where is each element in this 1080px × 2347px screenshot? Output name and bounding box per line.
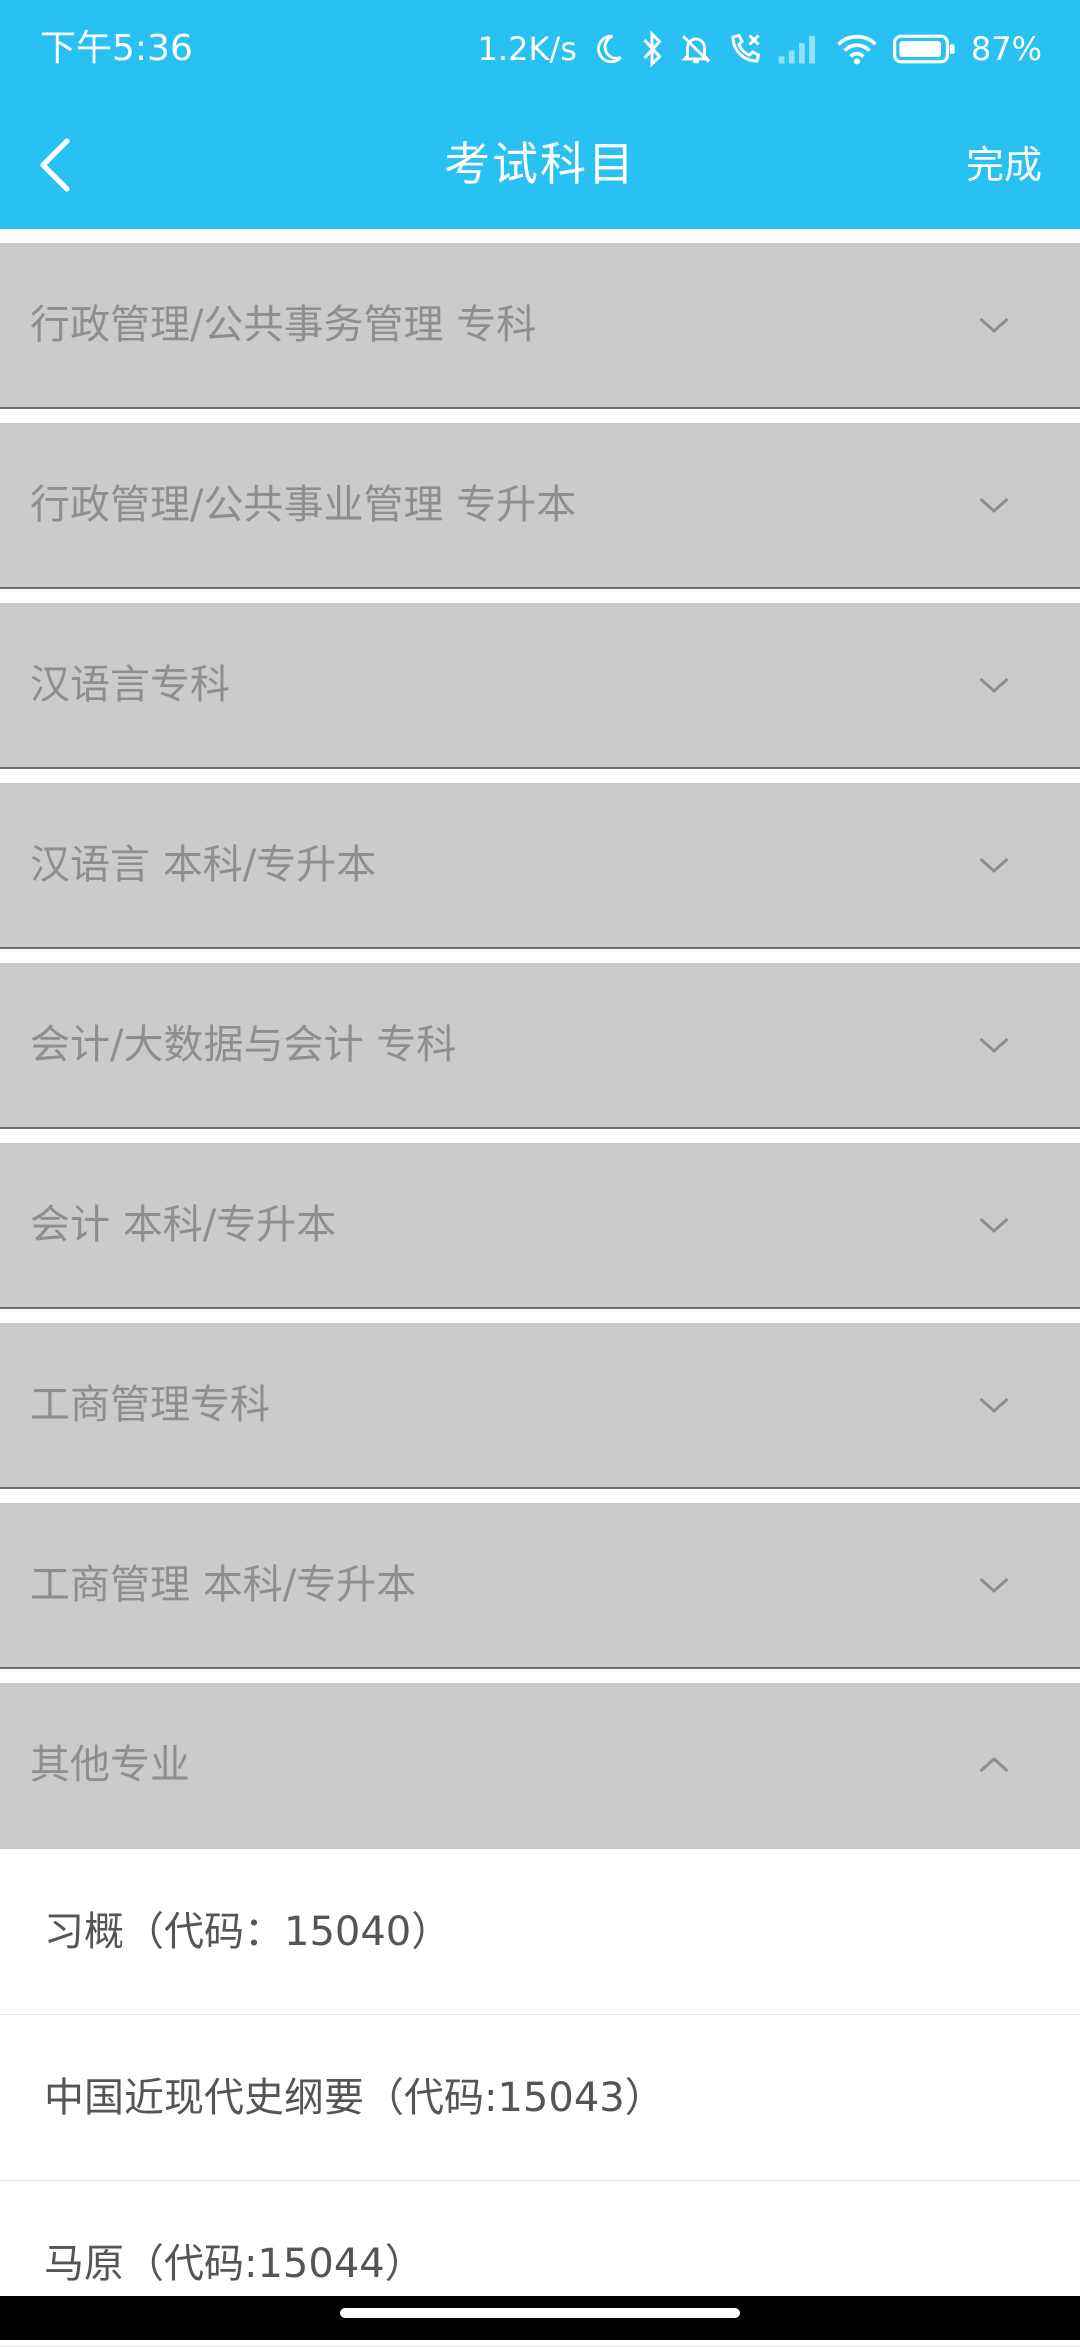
group-header[interactable]: 工商管理 本科/专升本 (0, 1503, 1080, 1669)
signal-icon (777, 29, 821, 69)
group-label: 会计 本科/专升本 (30, 1143, 336, 1307)
group-label: 会计/大数据与会计 专科 (30, 963, 456, 1127)
chevron-up-icon (976, 1747, 1012, 1783)
done-button[interactable]: 完成 (966, 140, 1042, 190)
wifi-icon (835, 29, 879, 69)
group-header[interactable]: 会计 本科/专升本 (0, 1143, 1080, 1309)
chevron-down-icon (976, 487, 1012, 523)
group-header[interactable]: 工商管理专科 (0, 1323, 1080, 1489)
status-bar: 下午5:36 1.2K/s 87% (0, 0, 1080, 100)
group-header[interactable]: 行政管理/公共事业管理 专升本 (0, 423, 1080, 589)
chevron-down-icon (976, 1567, 1012, 1603)
battery-icon (893, 29, 957, 69)
home-indicator[interactable] (340, 2308, 740, 2318)
chevron-down-icon (976, 847, 1012, 883)
page-title: 考试科目 (0, 134, 1080, 194)
status-icons: 1.2K/s 87% (478, 24, 1042, 74)
subject-label: 中国近现代史纲要（代码:15043） (44, 2015, 665, 2181)
call-off-icon (727, 29, 763, 69)
moon-icon (591, 29, 625, 69)
group-label: 汉语言 本科/专升本 (30, 783, 376, 947)
group-header[interactable]: 会计/大数据与会计 专科 (0, 963, 1080, 1129)
network-speed: 1.2K/s (478, 30, 577, 68)
app-header: 下午5:36 1.2K/s 87% (0, 0, 1080, 229)
subject-item[interactable]: 习概（代码：15040） (0, 1849, 1080, 2015)
chevron-down-icon (976, 1027, 1012, 1063)
chevron-down-icon (976, 667, 1012, 703)
subject-item[interactable]: 中国近现代史纲要（代码:15043） (0, 2015, 1080, 2181)
chevron-down-icon (976, 1207, 1012, 1243)
group-label: 工商管理专科 (30, 1323, 270, 1487)
group-header[interactable]: 汉语言 本科/专升本 (0, 783, 1080, 949)
mute-bell-icon (679, 29, 713, 69)
group-header[interactable]: 行政管理/公共事务管理 专科 (0, 243, 1080, 409)
group-header[interactable]: 汉语言专科 (0, 603, 1080, 769)
group-header-expanded[interactable]: 其他专业 (0, 1683, 1080, 1849)
group-label: 汉语言专科 (30, 603, 230, 767)
group-label: 行政管理/公共事业管理 专升本 (30, 423, 576, 587)
chevron-down-icon (976, 1387, 1012, 1423)
subject-label: 习概（代码：15040） (44, 1849, 451, 2015)
bluetooth-icon (639, 29, 665, 69)
group-label: 工商管理 本科/专升本 (30, 1503, 416, 1667)
subject-list: 行政管理/公共事务管理 专科 行政管理/公共事业管理 专升本 汉语言专科 汉语言… (0, 229, 1080, 2347)
chevron-down-icon (976, 307, 1012, 343)
group-label: 其他专业 (30, 1683, 190, 1847)
battery-level: 87% (971, 30, 1042, 68)
status-time: 下午5:36 (40, 28, 193, 70)
system-nav-bar (0, 2296, 1080, 2340)
nav-bar: 考试科目 完成 (0, 110, 1080, 220)
group-label: 行政管理/公共事务管理 专科 (30, 243, 536, 407)
